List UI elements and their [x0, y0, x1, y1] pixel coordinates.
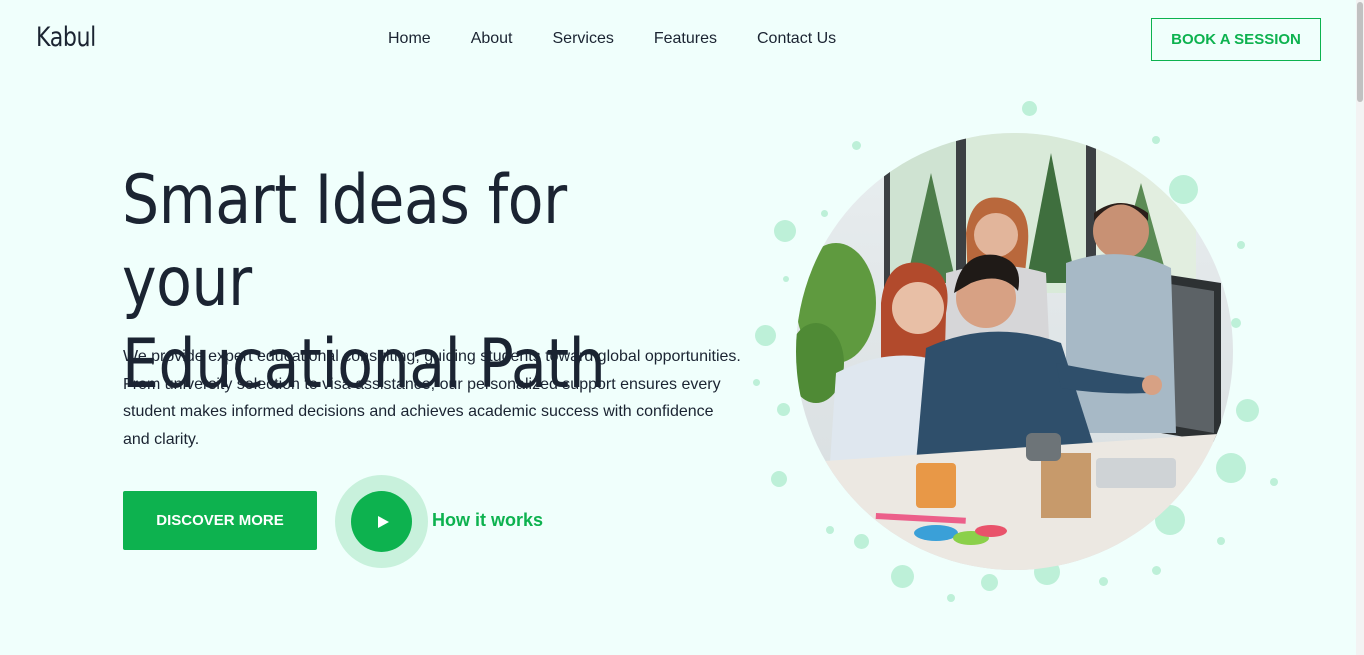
how-it-works-link[interactable]: How it works	[432, 510, 543, 531]
bubble	[854, 534, 869, 549]
page-scrollbar[interactable]	[1356, 0, 1364, 655]
bubble	[947, 594, 955, 602]
bubble	[1169, 175, 1198, 204]
hero-description: We provide expert educational consulting…	[123, 348, 741, 448]
bubble	[821, 210, 828, 217]
bubble	[1270, 478, 1278, 486]
bubble	[1217, 537, 1225, 545]
book-session-button[interactable]: BOOK A SESSION	[1151, 18, 1321, 61]
bubble	[755, 325, 776, 346]
brand-logo[interactable]: Kabul	[36, 22, 96, 53]
nav-item-features[interactable]: Features	[654, 30, 717, 48]
bubble	[783, 276, 789, 282]
bubble	[1022, 101, 1037, 116]
bubble	[826, 526, 834, 534]
discover-more-button[interactable]: DISCOVER MORE	[123, 491, 317, 550]
bubble	[1237, 241, 1245, 249]
nav-item-services[interactable]: Services	[553, 30, 614, 48]
bubble	[1152, 136, 1160, 144]
play-button[interactable]	[351, 491, 412, 552]
main-nav: Home About Services Features Contact Us	[388, 30, 836, 48]
play-icon	[378, 515, 389, 528]
nav-item-contact[interactable]: Contact Us	[757, 30, 836, 48]
bubble	[771, 471, 787, 487]
bubble	[891, 565, 914, 588]
scrollbar-thumb[interactable]	[1357, 2, 1363, 102]
hero-title-line-1: Smart Ideas for your	[122, 161, 567, 322]
bubble	[777, 403, 790, 416]
bubble	[1236, 399, 1259, 422]
bubble	[1152, 566, 1161, 575]
bubble	[981, 574, 998, 591]
hero-image	[796, 133, 1233, 570]
office-team-illustration	[796, 133, 1233, 570]
bubble	[774, 220, 796, 242]
bubble	[852, 141, 861, 150]
bubble	[1216, 453, 1246, 483]
bubble	[1231, 318, 1241, 328]
nav-item-about[interactable]: About	[471, 30, 513, 48]
nav-item-home[interactable]: Home	[388, 30, 431, 48]
bubble	[1099, 577, 1108, 586]
bubble	[753, 379, 760, 386]
